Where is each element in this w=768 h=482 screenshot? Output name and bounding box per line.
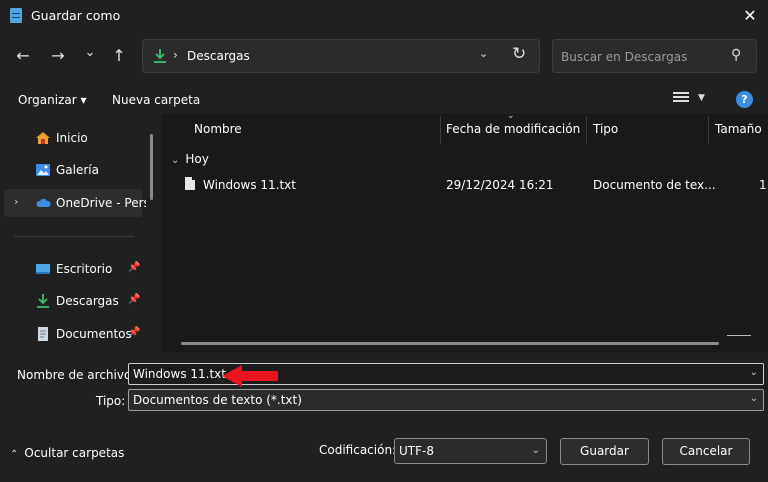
column-header-modified[interactable]: Fecha de modificación	[446, 122, 580, 136]
recent-locations-button[interactable]: ⌄	[78, 41, 102, 65]
group-header-today[interactable]: ⌄ Hoy	[171, 152, 209, 166]
sidebar-scrollbar[interactable]	[150, 134, 153, 200]
breadcrumb-separator: ›	[173, 48, 178, 62]
filename-label: Nombre de archivo:	[17, 368, 136, 382]
save-form: Nombre de archivo: ⌄ Tipo: Documentos de…	[0, 352, 768, 482]
cloud-icon	[36, 198, 51, 207]
breadcrumb-descargas[interactable]: Descargas	[187, 49, 250, 63]
sidebar-item-label: Inicio	[56, 131, 88, 145]
sidebar-item-galeria[interactable]: Galería	[4, 156, 142, 184]
column-header-type[interactable]: Tipo	[593, 122, 618, 136]
sidebar-item-descargas[interactable]: Descargas 📌	[4, 287, 142, 315]
type-select[interactable]: Documentos de texto (*.txt) ⌄	[128, 389, 764, 411]
up-button[interactable]: ↑	[107, 44, 131, 68]
table-row[interactable]: Windows 11.txt 29/12/2024 16:21 Document…	[161, 174, 768, 198]
sort-indicator-icon: ⌄	[507, 111, 515, 121]
gallery-icon	[36, 164, 50, 176]
new-folder-button[interactable]: Nueva carpeta	[112, 93, 200, 107]
back-button[interactable]: ←	[11, 44, 35, 68]
close-button[interactable]: ✕	[736, 4, 764, 28]
notepad-icon	[10, 8, 22, 23]
organize-menu[interactable]: Organizar ▾	[18, 93, 87, 107]
file-modified: 29/12/2024 16:21	[446, 178, 554, 192]
encoding-dropdown-icon[interactable]: ⌄	[532, 445, 540, 456]
encoding-select[interactable]: UTF-8 ⌄	[394, 438, 547, 464]
column-divider[interactable]	[440, 116, 441, 144]
hide-folders-label: Ocultar carpetas	[24, 446, 125, 460]
file-type: Documento de tex...	[593, 178, 716, 192]
column-divider[interactable]	[708, 116, 709, 144]
column-header-name[interactable]: Nombre	[194, 122, 242, 136]
pin-icon: 📌	[128, 327, 141, 338]
sidebar-item-onedrive[interactable]: › OneDrive - Personal	[4, 189, 146, 217]
documents-icon	[38, 327, 48, 341]
forward-button[interactable]: →	[46, 44, 70, 68]
refresh-icon[interactable]: ↻	[512, 44, 526, 64]
file-list: Nombre ⌄ Fecha de modificación Tipo Tama…	[161, 111, 768, 352]
download-icon	[154, 49, 166, 63]
type-value: Documentos de texto (*.txt)	[133, 393, 302, 407]
sidebar-divider	[14, 236, 134, 237]
annotation-arrow	[222, 365, 278, 387]
help-icon[interactable]: ?	[736, 91, 753, 108]
hide-folders-button[interactable]: ⌃ Ocultar carpetas	[10, 446, 124, 460]
title-bar: Guardar como ✕	[0, 0, 768, 32]
sidebar-item-label: OneDrive - Personal	[56, 196, 146, 210]
file-size: 1	[759, 178, 767, 192]
save-button[interactable]: Guardar	[560, 438, 649, 465]
download-icon	[37, 294, 49, 308]
pin-icon: 📌	[128, 262, 141, 273]
sidebar-item-escritorio[interactable]: Escritorio 📌	[4, 255, 142, 283]
pin-icon: 📌	[128, 294, 141, 305]
file-name: Windows 11.txt	[203, 178, 296, 192]
group-label: Hoy	[185, 152, 209, 166]
column-header-size[interactable]: Tamaño	[715, 122, 762, 136]
view-dropdown-icon[interactable]: ▼	[698, 93, 705, 103]
save-as-dialog: Guardar como ✕ ← → ⌄ ↑ › Descargas ⌄ ↻ ⚲…	[0, 0, 768, 482]
column-divider[interactable]	[586, 116, 587, 144]
type-label: Tipo:	[96, 394, 126, 408]
address-bar[interactable]: › Descargas ⌄ ↻	[142, 39, 540, 73]
scrollbar-end-mark	[727, 335, 751, 336]
cancel-button[interactable]: Cancelar	[662, 438, 750, 465]
encoding-value: UTF-8	[399, 444, 434, 458]
expand-chevron-icon[interactable]: ›	[14, 195, 18, 208]
search-input[interactable]	[553, 40, 733, 74]
desktop-icon	[36, 264, 50, 274]
chevron-up-icon: ⌃	[10, 449, 19, 460]
sidebar-item-documentos[interactable]: Documentos 📌	[4, 320, 142, 348]
type-dropdown-icon[interactable]: ⌄	[750, 393, 758, 404]
sidebar-item-label: Galería	[56, 163, 99, 177]
text-file-icon	[185, 177, 195, 190]
toolbar: Organizar ▾ Nueva carpeta ▼	[0, 86, 768, 114]
encoding-label: Codificación:	[319, 443, 397, 457]
search-box[interactable]: ⚲	[552, 39, 757, 74]
view-options-icon[interactable]	[673, 92, 689, 106]
sidebar-item-inicio[interactable]: Inicio	[4, 124, 142, 152]
search-icon[interactable]: ⚲	[731, 47, 741, 63]
horizontal-scrollbar[interactable]	[181, 342, 719, 345]
address-dropdown-icon[interactable]: ⌄	[479, 47, 488, 60]
window-title: Guardar como	[31, 8, 121, 23]
home-icon	[36, 132, 50, 144]
collapse-chevron-icon[interactable]: ⌄	[171, 155, 179, 166]
navigation-pane: Inicio Galería › OneDrive - Personal Esc…	[0, 114, 160, 352]
filename-dropdown-icon[interactable]: ⌄	[750, 367, 758, 378]
